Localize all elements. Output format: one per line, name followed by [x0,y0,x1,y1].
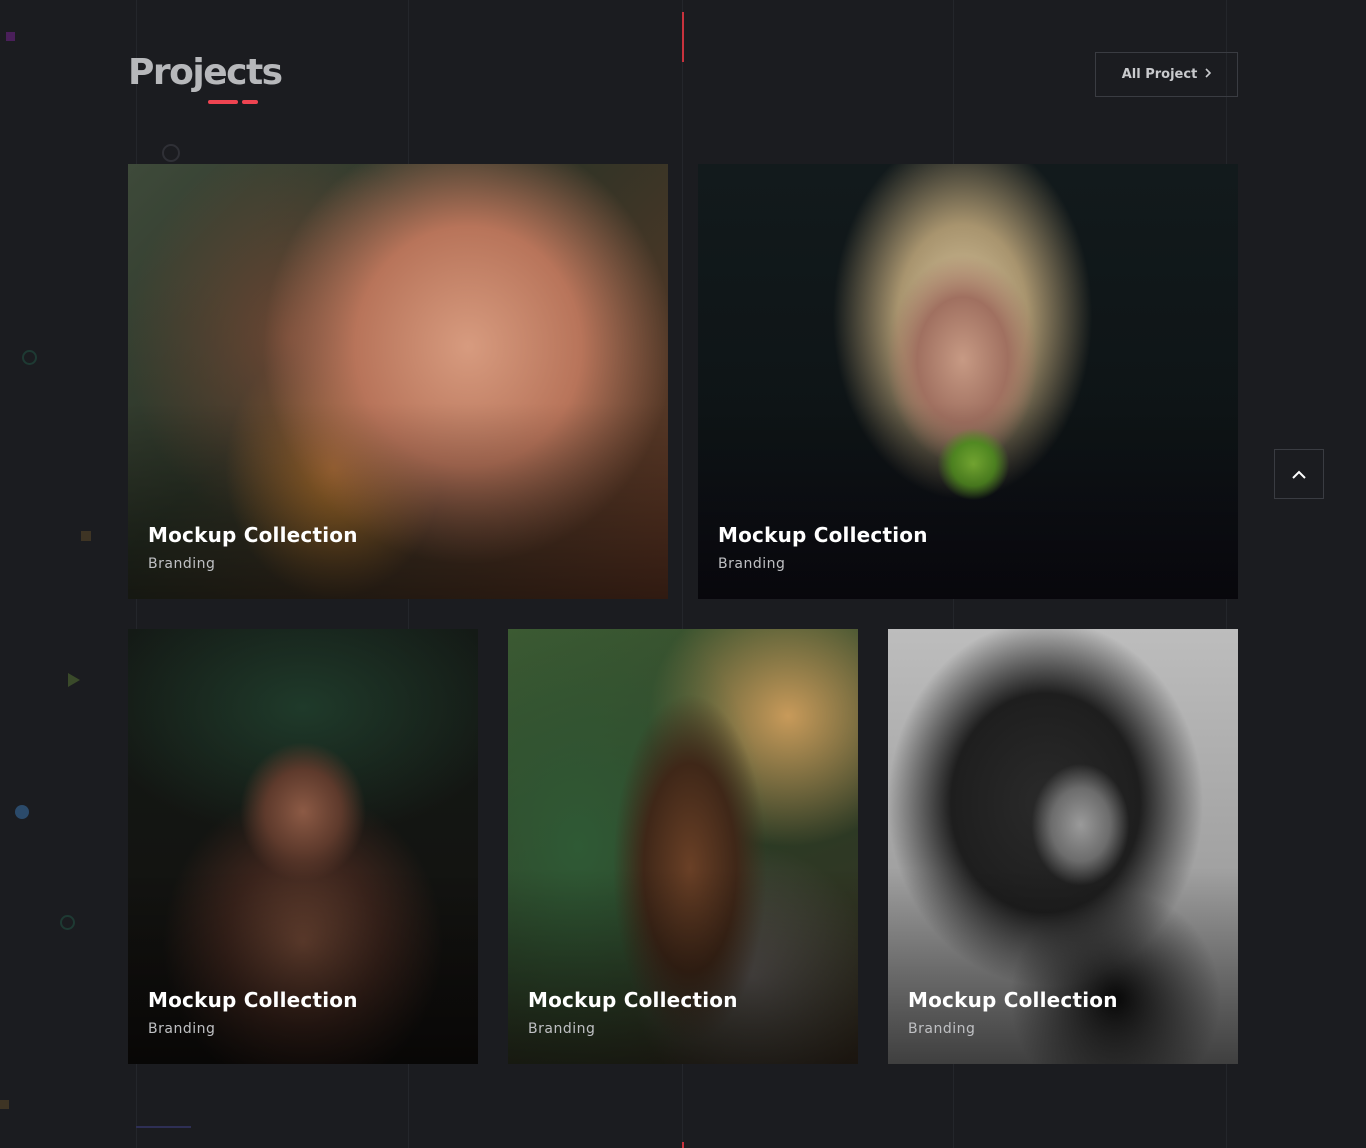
triangle-shape-icon [68,673,80,687]
project-title: Mockup Collection [718,523,928,547]
project-title: Mockup Collection [148,523,358,547]
all-project-label: All Project [1121,67,1198,82]
circle-outline-shape-icon [22,350,37,365]
square-shape-icon [81,531,91,541]
project-card[interactable]: Mockup Collection Branding [698,164,1238,599]
project-title: Mockup Collection [908,988,1118,1012]
circle-outline-shape-icon [60,915,75,930]
project-category: Branding [528,1021,596,1037]
square-shape-icon [0,1100,9,1109]
project-category: Branding [148,1021,216,1037]
accent-line [682,12,684,62]
chevron-up-icon [1292,470,1306,479]
project-card[interactable]: Mockup Collection Branding [128,629,478,1064]
accent-line [136,1126,191,1128]
all-project-button[interactable]: All Project [1095,52,1238,97]
project-category: Branding [908,1021,976,1037]
square-shape-icon [6,32,15,41]
accent-line [682,1142,684,1148]
project-card[interactable]: Mockup Collection Branding [508,629,858,1064]
project-category: Branding [148,556,216,572]
title-underline [208,100,238,104]
project-card[interactable]: Mockup Collection Branding [888,629,1238,1064]
title-underline [242,100,258,104]
dot-shape-icon [15,805,29,819]
project-title: Mockup Collection [148,988,358,1012]
spiral-shape-icon [162,144,180,162]
project-category: Branding [718,556,786,572]
project-card[interactable]: Mockup Collection Branding [128,164,668,599]
scroll-to-top-button[interactable] [1274,449,1324,499]
project-title: Mockup Collection [528,988,738,1012]
chevron-right-icon [1205,67,1212,82]
section-title: Projects [128,52,283,93]
